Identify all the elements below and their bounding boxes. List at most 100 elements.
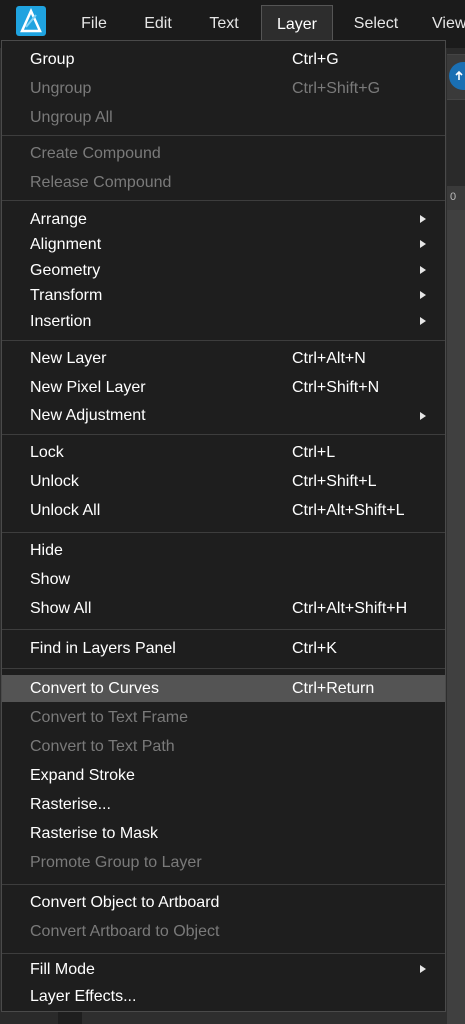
menu-item-unlock[interactable]: Unlock Ctrl+Shift+L bbox=[2, 468, 445, 496]
menu-item-convert-artboard-to-object: Convert Artboard to Object bbox=[2, 918, 445, 946]
menu-item-label: Layer Effects... bbox=[30, 988, 137, 1005]
layer-menu-dropdown: Group Ctrl+G Ungroup Ctrl+Shift+G Ungrou… bbox=[1, 40, 446, 1012]
menu-item-show-all[interactable]: Show All Ctrl+Alt+Shift+H bbox=[2, 595, 445, 623]
submenu-arrow-icon bbox=[420, 266, 426, 274]
background-bottom-ruler bbox=[58, 1010, 82, 1024]
menu-item-label: Group bbox=[30, 51, 75, 68]
ruler: 0 bbox=[447, 186, 465, 210]
affinity-designer-logo-icon[interactable] bbox=[16, 6, 46, 36]
menu-view[interactable]: View bbox=[432, 5, 465, 43]
menu-item-shortcut: Ctrl+Alt+N bbox=[292, 350, 366, 367]
menu-item-label: Transform bbox=[30, 287, 103, 304]
menu-item-alignment[interactable]: Alignment bbox=[2, 232, 445, 257]
menu-item-label: Fill Mode bbox=[30, 961, 95, 978]
menu-item-lock[interactable]: Lock Ctrl+L bbox=[2, 439, 445, 467]
menu-item-label: Create Compound bbox=[30, 145, 161, 162]
submenu-arrow-icon bbox=[420, 240, 426, 248]
menu-item-label: Release Compound bbox=[30, 174, 172, 191]
menu-item-new-adjustment[interactable]: New Adjustment bbox=[2, 402, 445, 430]
menu-item-convert-to-curves[interactable]: Convert to Curves Ctrl+Return bbox=[2, 675, 445, 702]
menu-item-label: Ungroup All bbox=[30, 109, 113, 126]
menu-item-label: Show bbox=[30, 571, 71, 588]
menu-separator bbox=[2, 135, 445, 136]
menu-separator bbox=[2, 340, 445, 341]
menu-item-shortcut: Ctrl+G bbox=[292, 51, 339, 68]
menu-item-shortcut: Ctrl+Alt+Shift+H bbox=[292, 600, 408, 617]
menu-item-shortcut: Ctrl+K bbox=[292, 640, 337, 657]
menu-item-shortcut: Ctrl+L bbox=[292, 444, 336, 461]
menu-item-create-compound: Create Compound bbox=[2, 140, 445, 168]
menu-item-ungroup: Ungroup Ctrl+Shift+G bbox=[2, 75, 445, 103]
menu-item-release-compound: Release Compound bbox=[2, 169, 445, 197]
menu-item-label: Arrange bbox=[30, 211, 87, 228]
menu-item-layer-effects[interactable]: Layer Effects... bbox=[2, 983, 445, 1011]
menu-item-hide[interactable]: Hide bbox=[2, 537, 445, 565]
menu-item-shortcut: Ctrl+Alt+Shift+L bbox=[292, 502, 405, 519]
menu-item-group[interactable]: Group Ctrl+G bbox=[2, 46, 445, 74]
menu-item-label: Geometry bbox=[30, 262, 101, 279]
menu-item-transform[interactable]: Transform bbox=[2, 283, 445, 308]
menu-item-label: Hide bbox=[30, 542, 63, 559]
menu-item-label: Expand Stroke bbox=[30, 767, 135, 784]
menu-file[interactable]: File bbox=[70, 5, 118, 43]
menu-separator bbox=[2, 434, 445, 435]
menu-text[interactable]: Text bbox=[200, 5, 248, 43]
menu-item-label: Unlock bbox=[30, 473, 79, 490]
menu-edit[interactable]: Edit bbox=[134, 5, 182, 43]
menu-item-new-pixel-layer[interactable]: New Pixel Layer Ctrl+Shift+N bbox=[2, 374, 445, 402]
menu-item-label: Rasterise to Mask bbox=[30, 825, 159, 842]
menu-item-label: Ungroup bbox=[30, 80, 92, 97]
menu-item-convert-object-to-artboard[interactable]: Convert Object to Artboard bbox=[2, 889, 445, 917]
menu-separator bbox=[2, 668, 445, 669]
menu-item-label: Find in Layers Panel bbox=[30, 640, 176, 657]
submenu-arrow-icon bbox=[420, 412, 426, 420]
menu-separator bbox=[2, 884, 445, 885]
menu-item-label: Show All bbox=[30, 600, 92, 617]
menu-separator bbox=[2, 953, 445, 954]
menu-item-ungroup-all: Ungroup All bbox=[2, 104, 445, 132]
menu-item-label: Unlock All bbox=[30, 502, 101, 519]
menu-separator bbox=[2, 629, 445, 630]
submenu-arrow-icon bbox=[420, 291, 426, 299]
menu-item-shortcut: Ctrl+Shift+L bbox=[292, 473, 377, 490]
menu-item-shortcut: Ctrl+Return bbox=[292, 680, 375, 697]
menu-item-label: Convert to Curves bbox=[30, 680, 159, 697]
menu-item-fill-mode[interactable]: Fill Mode bbox=[2, 957, 445, 982]
background-bottom-panel bbox=[0, 1010, 58, 1024]
menu-item-insertion[interactable]: Insertion bbox=[2, 309, 445, 334]
menu-item-convert-to-text-path: Convert to Text Path bbox=[2, 733, 445, 761]
canvas-area[interactable] bbox=[447, 210, 465, 1024]
menu-item-arrange[interactable]: Arrange bbox=[2, 207, 445, 232]
menu-item-label: New Adjustment bbox=[30, 407, 146, 424]
cloud-upload-icon bbox=[455, 70, 463, 80]
menu-item-label: Alignment bbox=[30, 236, 102, 253]
menu-separator bbox=[2, 532, 445, 533]
menu-item-label: New Layer bbox=[30, 350, 107, 367]
menu-item-shortcut: Ctrl+Shift+N bbox=[292, 379, 380, 396]
menu-item-label: Convert to Text Path bbox=[30, 738, 175, 755]
menu-item-convert-to-text-frame: Convert to Text Frame bbox=[2, 704, 445, 732]
menu-item-label: Convert to Text Frame bbox=[30, 709, 188, 726]
menu-select[interactable]: Select bbox=[346, 5, 406, 43]
submenu-arrow-icon bbox=[420, 317, 426, 325]
menu-item-unlock-all[interactable]: Unlock All Ctrl+Alt+Shift+L bbox=[2, 497, 445, 525]
menu-item-rasterise-to-mask[interactable]: Rasterise to Mask bbox=[2, 820, 445, 848]
menu-item-shortcut: Ctrl+Shift+G bbox=[292, 80, 381, 97]
menu-item-geometry[interactable]: Geometry bbox=[2, 258, 445, 283]
menu-item-label: Lock bbox=[30, 444, 64, 461]
menu-item-find-in-layers-panel[interactable]: Find in Layers Panel Ctrl+K bbox=[2, 635, 445, 663]
menu-item-label: Promote Group to Layer bbox=[30, 854, 202, 871]
submenu-arrow-icon bbox=[420, 215, 426, 223]
menu-item-promote-group-to-layer: Promote Group to Layer bbox=[2, 849, 445, 877]
menu-item-new-layer[interactable]: New Layer Ctrl+Alt+N bbox=[2, 345, 445, 373]
menu-item-label: Rasterise... bbox=[30, 796, 111, 813]
menu-item-label: Insertion bbox=[30, 313, 92, 330]
menu-item-label: New Pixel Layer bbox=[30, 379, 146, 396]
menu-item-expand-stroke[interactable]: Expand Stroke bbox=[2, 762, 445, 790]
menu-item-label: Convert Artboard to Object bbox=[30, 923, 220, 940]
menu-item-rasterise[interactable]: Rasterise... bbox=[2, 791, 445, 819]
menu-item-show[interactable]: Show bbox=[2, 566, 445, 594]
menu-item-label: Convert Object to Artboard bbox=[30, 894, 220, 911]
submenu-arrow-icon bbox=[420, 965, 426, 973]
menu-separator bbox=[2, 200, 445, 201]
